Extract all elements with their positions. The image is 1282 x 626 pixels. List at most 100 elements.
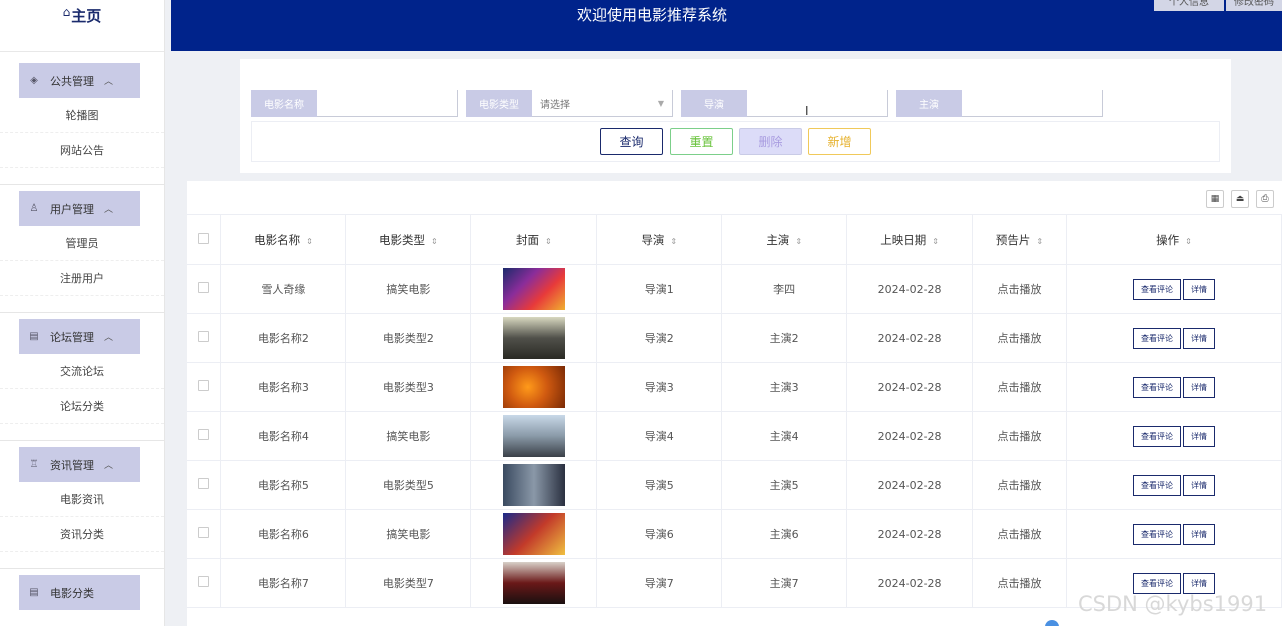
select-all-checkbox[interactable] [198,232,210,244]
view-comments-button[interactable]: 查看评论 [1133,327,1181,349]
view-comments-button[interactable]: 查看评论 [1133,572,1181,594]
cell-trailer[interactable]: 点击播放 [972,362,1067,412]
detail-button[interactable]: 详情 [1183,425,1215,447]
detail-button[interactable]: 详情 [1183,474,1215,496]
row-checkbox[interactable] [198,429,210,440]
row-checkbox[interactable] [198,478,210,489]
detail-button[interactable]: 详情 [1183,572,1215,594]
sidebar-item-admin[interactable]: 管理员 [0,226,164,261]
sidebar-item-carousel[interactable]: 轮播图 [0,98,164,133]
column-header-name[interactable]: 电影名称 ⇕ [220,214,347,265]
field-label: 导演 [681,90,747,117]
sort-icon[interactable]: ⇕ [670,237,677,246]
news-icon: ♖ [29,459,39,470]
brand-title: 主页 [71,7,102,25]
actor-input[interactable] [962,90,1103,117]
print-icon[interactable]: ⎙ [1256,190,1274,208]
sidebar-item-registered-users[interactable]: 注册用户 [0,261,164,296]
row-checkbox[interactable] [198,331,210,342]
movie-poster-image[interactable] [502,317,565,359]
cell-actor: 李四 [721,264,848,314]
row-select-cell [187,411,222,461]
column-header-date[interactable]: 上映日期 ⇕ [846,214,974,265]
view-comments-button[interactable]: 查看评论 [1133,523,1181,545]
menu-group-news: ♖ 资讯管理 ︿ 电影资讯 资讯分类 [0,441,164,569]
cell-trailer[interactable]: 点击播放 [972,509,1067,559]
detail-button[interactable]: 详情 [1183,327,1215,349]
delete-button[interactable]: 删除 [739,128,802,155]
cell-actor: 主演4 [721,411,848,461]
sort-icon[interactable]: ⇕ [431,237,438,246]
menu-head-users[interactable]: ♙ 用户管理 ︿ [19,191,140,226]
cell-trailer[interactable]: 点击播放 [972,460,1067,510]
movie-poster-image[interactable] [502,366,565,408]
row-select-cell [187,362,222,412]
sidebar-item-movie-news[interactable]: 电影资讯 [0,482,164,517]
view-comments-button[interactable]: 查看评论 [1133,376,1181,398]
cell-type: 电影类型2 [345,313,472,363]
reset-button[interactable]: 重置 [670,128,733,155]
row-checkbox[interactable] [198,527,210,538]
column-header-cover[interactable]: 封面 ⇕ [470,214,598,265]
menu-head-forum[interactable]: ▤ 论坛管理 ︿ [19,319,140,354]
row-checkbox[interactable] [198,282,210,293]
movie-poster-image[interactable] [502,513,565,555]
column-header-trailer[interactable]: 预告片 ⇕ [972,214,1067,265]
menu-group-users: ♙ 用户管理 ︿ 管理员 注册用户 [0,185,164,313]
menu-head-public[interactable]: ◈ 公共管理 ︿ [19,63,140,98]
sort-icon[interactable]: ⇕ [545,237,552,246]
cell-trailer[interactable]: 点击播放 [972,558,1067,608]
cell-trailer[interactable]: 点击播放 [972,313,1067,363]
movie-name-input[interactable] [317,90,458,117]
list-icon: ▤ [29,331,39,342]
menu-head-news[interactable]: ♖ 资讯管理 ︿ [19,447,140,482]
sort-icon[interactable]: ⇕ [306,237,313,246]
sidebar-item-forum-category[interactable]: 论坛分类 [0,389,164,424]
movie-poster-image[interactable] [502,415,565,457]
cell-actor: 主演2 [721,313,848,363]
movie-poster-image[interactable] [502,268,565,310]
chevron-up-icon: ︿ [104,205,114,215]
add-button[interactable]: 新增 [808,128,871,155]
column-header-director[interactable]: 导演 ⇕ [596,214,723,265]
profile-button[interactable]: 个人信息 [1154,0,1224,11]
actor-field: 主演 [896,90,1103,117]
brand-home[interactable]: ⌂ 主页 [0,0,164,52]
columns-icon[interactable]: ▦ [1206,190,1224,208]
view-comments-button[interactable]: 查看评论 [1133,474,1181,496]
row-checkbox[interactable] [198,380,210,391]
export-icon[interactable]: ⏏ [1231,190,1249,208]
sort-icon[interactable]: ⇕ [795,237,802,246]
field-label: 电影名称 [251,90,317,117]
change-password-button[interactable]: 修改密码 [1226,0,1282,11]
query-button[interactable]: 查询 [600,128,663,155]
sidebar-item-notice[interactable]: 网站公告 [0,133,164,168]
sort-icon[interactable]: ⇕ [1185,237,1192,246]
movie-poster-image[interactable] [502,464,565,506]
row-select-cell [187,509,222,559]
director-input[interactable] [747,90,888,117]
column-header-type[interactable]: 电影类型 ⇕ [345,214,472,265]
user-icon: ♙ [29,203,39,214]
detail-button[interactable]: 详情 [1183,523,1215,545]
menu-head-movie-category[interactable]: ▤ 电影分类 [19,575,140,610]
cell-actor: 主演3 [721,362,848,412]
sidebar-item-forum[interactable]: 交流论坛 [0,354,164,389]
movie-type-select[interactable]: 请选择 ▼ [532,90,673,117]
cell-director: 导演2 [596,313,723,363]
cell-trailer[interactable]: 点击播放 [972,411,1067,461]
column-header-actor[interactable]: 主演 ⇕ [721,214,848,265]
view-comments-button[interactable]: 查看评论 [1133,425,1181,447]
view-comments-button[interactable]: 查看评论 [1133,278,1181,300]
row-checkbox[interactable] [198,576,210,587]
sidebar: ⌂ 主页 ◈ 公共管理 ︿ 轮播图 网站公告 ♙ 用户管理 ︿ 管理员 注册用户… [0,0,165,626]
sort-icon[interactable]: ⇕ [1036,237,1043,246]
detail-button[interactable]: 详情 [1183,278,1215,300]
detail-button[interactable]: 详情 [1183,376,1215,398]
sort-icon[interactable]: ⇕ [932,237,939,246]
cell-date: 2024-02-28 [846,509,974,559]
cell-trailer[interactable]: 点击播放 [972,264,1067,314]
sidebar-item-news-category[interactable]: 资讯分类 [0,517,164,552]
movie-poster-image[interactable] [502,562,565,604]
cell-cover [470,460,598,510]
